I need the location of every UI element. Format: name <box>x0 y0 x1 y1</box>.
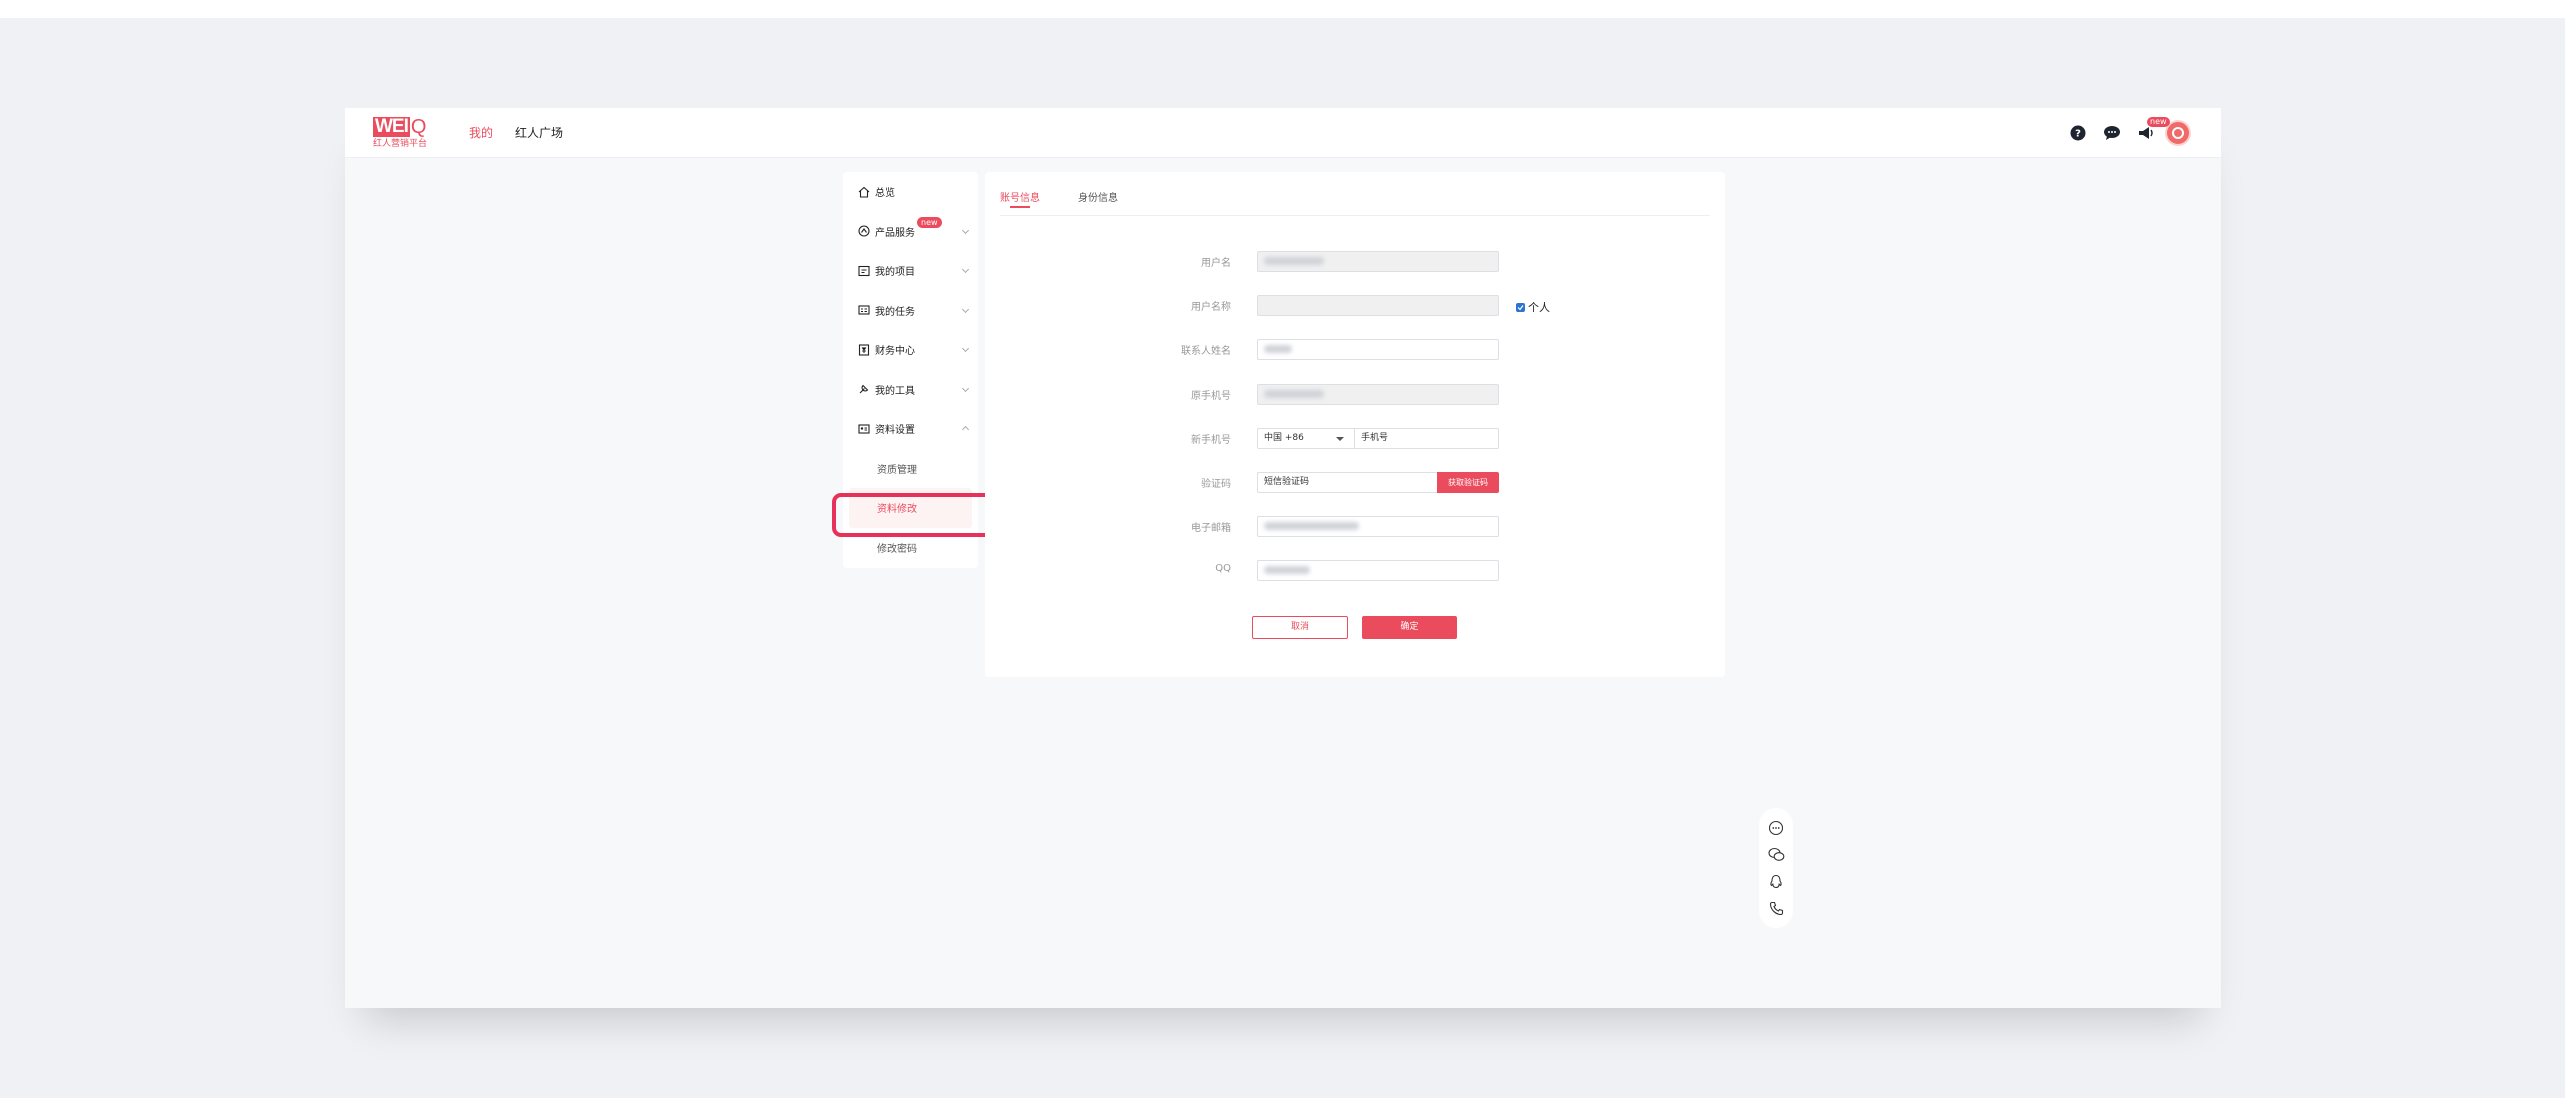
chat-bubble-icon[interactable] <box>1767 819 1785 837</box>
sidebar-item-overview[interactable]: 总览 <box>843 172 978 212</box>
finance-icon <box>857 343 870 356</box>
confirm-button[interactable]: 确定 <box>1362 616 1457 639</box>
help-icon[interactable]: ? <box>2069 124 2087 142</box>
chevron-down-icon <box>961 384 970 392</box>
row-qq: QQ <box>985 558 1725 582</box>
nav-mine[interactable]: 我的 <box>469 124 493 141</box>
tool-icon <box>857 383 870 396</box>
sidebar-item-my-tasks[interactable]: 我的任务 <box>843 291 978 331</box>
row-verification-code: 验证码 短信验证码 获取验证码 <box>985 470 1725 494</box>
nav-influencer-square[interactable]: 红人广场 <box>515 124 563 141</box>
message-icon[interactable] <box>2103 124 2121 142</box>
chevron-down-icon <box>961 265 970 274</box>
row-old-phone: 原手机号 <box>985 382 1725 406</box>
sidebar-item-label: 资料设置 <box>875 425 915 437</box>
header-icons: ? new <box>2069 117 2191 146</box>
personal-label: 个人 <box>1528 301 1550 314</box>
code-label: 验证码 <box>1201 479 1231 490</box>
sidebar-subitem-edit-profile[interactable]: 资料修改 <box>849 488 972 528</box>
sidebar-menu: 总览 产品服务 new 我的项目 我的任务 财务中心 我的工具 资料设置 资质管… <box>843 172 978 568</box>
checkbox-checked-icon <box>1516 302 1525 312</box>
sidebar-subitem-qualification[interactable]: 资质管理 <box>843 449 978 489</box>
new-badge: new <box>917 216 942 228</box>
weiq-logo[interactable]: WEI Q 红人营销平台 <box>373 117 429 149</box>
sidebar-item-finance-center[interactable]: 财务中心 <box>843 330 978 370</box>
product-icon <box>857 225 870 238</box>
code-group: 短信验证码 获取验证码 <box>1257 472 1499 493</box>
contact-name-input[interactable] <box>1257 339 1499 360</box>
new-phone-group: 中国 +86 手机号 <box>1257 428 1499 449</box>
cancel-button[interactable]: 取消 <box>1252 616 1348 639</box>
qq-icon[interactable] <box>1767 873 1785 891</box>
sidebar-item-my-projects[interactable]: 我的项目 <box>843 251 978 291</box>
get-code-button[interactable]: 获取验证码 <box>1437 472 1499 493</box>
announcement-icon[interactable]: new <box>2137 117 2170 142</box>
display-name-field <box>1257 295 1499 316</box>
sidebar-item-label: 总览 <box>875 188 895 200</box>
logo-subtitle: 红人营销平台 <box>373 139 428 149</box>
row-display-name: 用户名称 个人 <box>985 293 1725 317</box>
sidebar-item-label: 财务中心 <box>875 346 915 358</box>
logo-text: WEI <box>373 116 410 137</box>
top-navigation-bar: WEI Q 红人营销平台 我的 红人广场 ? new <box>345 108 2221 158</box>
qq-label: QQ <box>1215 563 1231 574</box>
project-icon <box>857 264 870 277</box>
wechat-icon[interactable] <box>1767 846 1785 864</box>
email-label: 电子邮箱 <box>1191 523 1231 534</box>
profile-form-card: 账号信息 身份信息 用户名 用户名称 个人 联系人姓名 原手机号 新手机号 中国… <box>985 172 1725 677</box>
username-field <box>1257 251 1499 272</box>
contact-name-label: 联系人姓名 <box>1181 346 1231 357</box>
personal-checkbox[interactable]: 个人 <box>1516 299 1550 315</box>
tab-bar: 账号信息 身份信息 <box>1000 172 1710 216</box>
country-code-select[interactable]: 中国 +86 <box>1257 428 1354 449</box>
new-phone-label: 新手机号 <box>1191 435 1231 446</box>
logo-q: Q <box>410 116 427 138</box>
sidebar-item-product-service[interactable]: 产品服务 new <box>843 212 978 252</box>
old-phone-field <box>1257 384 1499 405</box>
task-icon <box>857 304 870 317</box>
old-phone-label: 原手机号 <box>1191 391 1231 402</box>
chevron-up-icon <box>961 425 970 434</box>
floating-contact-bar <box>1759 808 1793 928</box>
new-badge: new <box>2147 117 2170 127</box>
row-new-phone: 新手机号 中国 +86 手机号 <box>985 426 1725 450</box>
home-icon <box>857 185 870 198</box>
app-window: WEI Q 红人营销平台 我的 红人广场 ? new 总览 产品服务 new 我… <box>345 108 2221 1008</box>
chevron-down-icon <box>961 226 970 234</box>
tab-account-info[interactable]: 账号信息 <box>1000 172 1040 215</box>
phone-icon[interactable] <box>1767 900 1785 918</box>
new-phone-input[interactable]: 手机号 <box>1354 428 1499 449</box>
display-name-label: 用户名称 <box>1191 302 1231 313</box>
tab-identity-info[interactable]: 身份信息 <box>1078 172 1118 215</box>
sms-code-input[interactable]: 短信验证码 <box>1257 472 1437 493</box>
sidebar-item-my-tools[interactable]: 我的工具 <box>843 370 978 410</box>
chevron-down-icon <box>961 344 970 353</box>
sidebar-item-profile-settings[interactable]: 资料设置 <box>843 409 978 449</box>
row-contact-name: 联系人姓名 <box>985 337 1725 361</box>
chevron-down-icon <box>961 305 970 313</box>
username-label: 用户名 <box>1201 258 1231 269</box>
caret-down-icon <box>1336 437 1344 441</box>
svg-text:?: ? <box>2075 129 2081 140</box>
main-nav: 我的 红人广场 <box>469 124 563 141</box>
row-email: 电子邮箱 <box>985 514 1725 538</box>
sidebar-item-label: 产品服务 <box>875 227 915 239</box>
row-username: 用户名 <box>985 249 1725 273</box>
sidebar-item-label: 我的工具 <box>875 385 915 397</box>
profile-card-icon <box>857 422 870 435</box>
sidebar-item-label: 我的项目 <box>875 267 915 279</box>
sidebar-subitem-change-password[interactable]: 修改密码 <box>843 528 978 568</box>
sidebar-item-label: 我的任务 <box>875 306 915 318</box>
email-input[interactable] <box>1257 516 1499 537</box>
qq-input[interactable] <box>1257 560 1499 581</box>
